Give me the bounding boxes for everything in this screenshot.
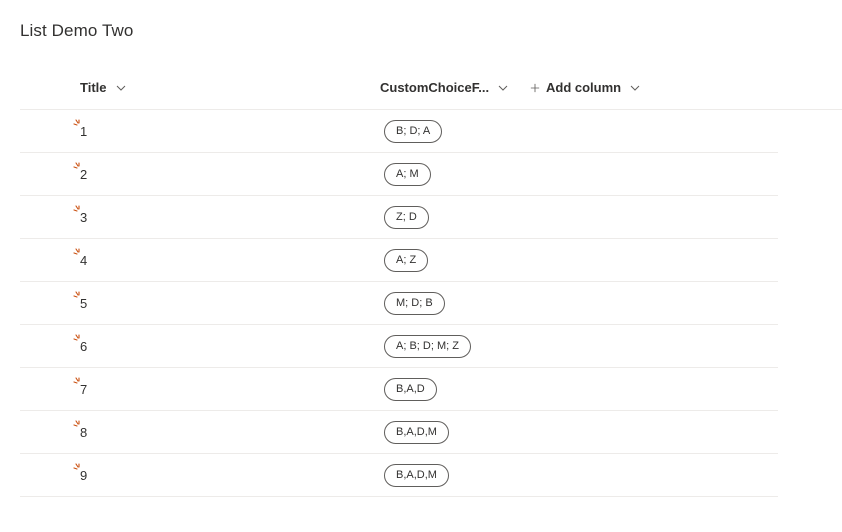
column-header-row: Title CustomChoiceF... Add column <box>20 66 842 110</box>
choice-pill: B; D; A <box>384 119 443 143</box>
choice-cell: B,A,D,M <box>384 411 449 453</box>
title-cell[interactable]: 8 <box>80 411 87 453</box>
choice-cell: Z; D <box>384 196 429 238</box>
choice-cell: B; D; A <box>384 110 443 152</box>
table-row[interactable]: 9 B,A,D,M <box>20 454 778 497</box>
plus-icon <box>530 83 540 92</box>
choice-pill: A; Z <box>384 248 429 272</box>
column-header-title-label: Title <box>80 80 107 95</box>
table-row[interactable]: 7 B,A,D <box>20 368 778 411</box>
choice-pill: A; M <box>384 162 431 186</box>
title-cell[interactable]: 3 <box>80 196 87 238</box>
title-cell[interactable]: 5 <box>80 282 87 324</box>
choice-pill: M; D; B <box>384 291 445 315</box>
choice-cell: A; B; D; M; Z <box>384 325 471 367</box>
column-header-title[interactable]: Title <box>80 66 127 109</box>
title-cell[interactable]: 7 <box>80 368 87 410</box>
chevron-down-icon <box>630 85 640 91</box>
table-row[interactable]: 4 A; Z <box>20 239 778 282</box>
choice-cell: M; D; B <box>384 282 445 324</box>
choice-cell: B,A,D <box>384 368 437 410</box>
title-cell[interactable]: 9 <box>80 454 87 496</box>
table-row[interactable]: 1 B; D; A <box>20 110 778 153</box>
add-column-label: Add column <box>546 80 622 95</box>
column-header-customchoice-label: CustomChoiceF... <box>380 80 490 95</box>
title-cell[interactable]: 1 <box>80 110 87 152</box>
list-page: List Demo Two Title CustomChoiceF... Add… <box>0 0 842 532</box>
add-column-button[interactable]: Add column <box>530 66 641 109</box>
title-cell[interactable]: 4 <box>80 239 87 281</box>
choice-pill: A; B; D; M; Z <box>384 334 471 358</box>
choice-pill: Z; D <box>384 205 429 229</box>
column-header-customchoice[interactable]: CustomChoiceF... <box>380 66 509 109</box>
table-row[interactable]: 2 A; M <box>20 153 778 196</box>
table-row[interactable]: 8 B,A,D,M <box>20 411 778 454</box>
title-cell[interactable]: 2 <box>80 153 87 195</box>
title-cell[interactable]: 6 <box>80 325 87 367</box>
choice-cell: A; Z <box>384 239 429 281</box>
choice-pill: B,A,D,M <box>384 463 449 487</box>
choice-pill: B,A,D <box>384 377 437 401</box>
choice-cell: A; M <box>384 153 431 195</box>
chevron-down-icon <box>498 85 508 91</box>
choice-pill: B,A,D,M <box>384 420 449 444</box>
table-row[interactable]: 5 M; D; B <box>20 282 778 325</box>
list-rows: 1 B; D; A 2 A; M 3 Z; D 4 A; Z 5 M; D; B 6 A; B; D;… <box>20 110 778 497</box>
choice-cell: B,A,D,M <box>384 454 449 496</box>
page-title: List Demo Two <box>20 21 134 40</box>
chevron-down-icon <box>116 85 125 91</box>
table-row[interactable]: 6 A; B; D; M; Z <box>20 325 778 368</box>
table-row[interactable]: 3 Z; D <box>20 196 778 239</box>
